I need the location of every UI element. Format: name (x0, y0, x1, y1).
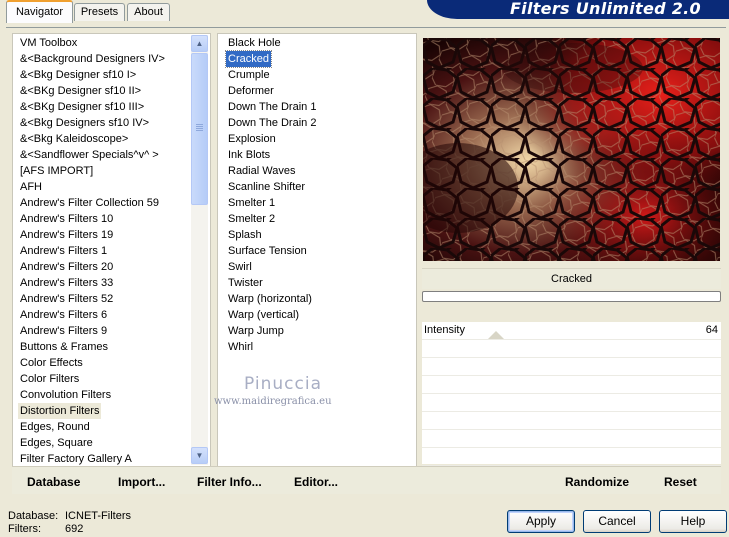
param-value: 64 (705, 324, 718, 336)
category-item[interactable]: Andrew's Filters 33 (20, 275, 113, 291)
filter-item[interactable]: Smelter 1 (228, 195, 275, 211)
param-row-empty (422, 448, 721, 466)
slider-pointer-icon[interactable] (488, 331, 504, 339)
grip-line (196, 124, 203, 125)
filter-item[interactable]: Warp Jump (228, 323, 284, 339)
filter-item[interactable]: Splash (228, 227, 262, 243)
category-item[interactable]: Andrew's Filters 20 (20, 259, 113, 275)
help-button[interactable]: Help (659, 510, 727, 533)
watermark-name: Pinuccia (244, 374, 322, 394)
scrollbar-thumb[interactable] (191, 53, 208, 205)
randomize-button[interactable]: Randomize (565, 475, 629, 489)
category-item[interactable]: Andrew's Filters 52 (20, 291, 113, 307)
category-item[interactable]: AFH (20, 179, 42, 195)
category-item[interactable]: &<Bkg Designer sf10 I> (20, 67, 136, 83)
param-label: Intensity (424, 324, 465, 336)
preview-progress-bar (422, 291, 721, 302)
database-label: Database: (8, 510, 59, 522)
action-bar: Database Import... Filter Info... Editor… (12, 466, 721, 494)
watermark-url: www.maidiregrafica.eu (214, 396, 332, 407)
cancel-button[interactable]: Cancel (583, 510, 651, 533)
filter-item[interactable]: Explosion (228, 131, 276, 147)
category-item[interactable]: &<BKg Designer sf10 II> (20, 83, 141, 99)
param-row-empty (422, 358, 721, 376)
filter-item[interactable]: Deformer (228, 83, 274, 99)
category-item[interactable]: VM Toolbox (20, 35, 77, 51)
filter-info-button[interactable]: Filter Info... (197, 475, 262, 489)
category-item[interactable]: &<Background Designers IV> (20, 51, 165, 67)
filter-item-selected[interactable]: Cracked (225, 50, 272, 68)
parameter-panel[interactable]: Intensity 64 (422, 322, 721, 466)
scroll-up-button[interactable]: ▲ (191, 35, 208, 52)
preview-filter-name: Cracked (422, 268, 721, 289)
category-item[interactable]: &<BKg Designer sf10 III> (20, 99, 144, 115)
param-row-empty (422, 430, 721, 448)
category-item[interactable]: Andrew's Filters 9 (20, 323, 107, 339)
category-item[interactable]: Andrew's Filters 19 (20, 227, 113, 243)
category-item[interactable]: Andrew's Filters 10 (20, 211, 113, 227)
category-item[interactable]: Convolution Filters (20, 387, 111, 403)
filter-item[interactable]: Warp (vertical) (228, 307, 299, 323)
category-item[interactable]: Color Filters (20, 371, 79, 387)
tab-about[interactable]: About (127, 3, 170, 21)
filter-item[interactable]: Scanline Shifter (228, 179, 305, 195)
filter-item[interactable]: Radial Waves (228, 163, 295, 179)
tab-strip-divider (6, 27, 726, 28)
param-row-empty (422, 340, 721, 358)
chevron-up-icon: ▲ (195, 39, 204, 48)
apply-button[interactable]: Apply (507, 510, 575, 533)
scroll-down-button[interactable]: ▼ (191, 447, 208, 464)
database-button[interactable]: Database (27, 475, 80, 489)
category-item[interactable]: Andrew's Filter Collection 59 (20, 195, 159, 211)
category-item[interactable]: &<Sandflower Specials^v^ > (20, 147, 159, 163)
category-item[interactable]: Buttons & Frames (20, 339, 108, 355)
category-scrollbar[interactable]: ▲ ▼ (191, 35, 208, 465)
filter-item[interactable]: Black Hole (228, 35, 281, 51)
grip-line (196, 130, 203, 131)
app-banner: Filters Unlimited 2.0 (427, 0, 729, 19)
editor-button[interactable]: Editor... (294, 475, 338, 489)
filter-item[interactable]: Crumple (228, 67, 270, 83)
database-value: ICNET-Filters (65, 510, 131, 522)
filters-count-value: 692 (65, 523, 84, 535)
category-list[interactable]: VM Toolbox &<Background Designers IV> &<… (12, 33, 211, 467)
chevron-down-icon: ▼ (195, 451, 204, 460)
category-item[interactable]: Andrew's Filters 6 (20, 307, 107, 323)
filter-item[interactable]: Ink Blots (228, 147, 270, 163)
filter-item[interactable]: Smelter 2 (228, 211, 275, 227)
category-item[interactable]: Edges, Round (20, 419, 90, 435)
category-item-selected[interactable]: Distortion Filters (18, 403, 102, 419)
category-item[interactable]: Andrew's Filters 1 (20, 243, 107, 259)
import-button[interactable]: Import... (118, 475, 165, 489)
cracked-preview-graphic (423, 38, 720, 261)
tab-navigator[interactable]: Navigator (6, 0, 73, 23)
param-row-empty (422, 394, 721, 412)
category-item[interactable]: &<Bkg Kaleidoscope> (20, 131, 128, 147)
filter-item[interactable]: Swirl (228, 259, 252, 275)
reset-button[interactable]: Reset (664, 475, 697, 489)
app-title: Filters Unlimited 2.0 (509, 0, 701, 18)
param-row-empty (422, 376, 721, 394)
category-item[interactable]: Filter Factory Gallery A (20, 451, 132, 467)
category-item[interactable]: [AFS IMPORT] (20, 163, 93, 179)
filter-item[interactable]: Twister (228, 275, 263, 291)
param-row-empty (422, 412, 721, 430)
filter-item[interactable]: Surface Tension (228, 243, 307, 259)
grip-line (196, 126, 203, 127)
filter-item[interactable]: Down The Drain 1 (228, 99, 316, 115)
tab-presets[interactable]: Presets (74, 3, 125, 21)
category-item[interactable]: &<Bkg Designers sf10 IV> (20, 115, 149, 131)
filter-item[interactable]: Down The Drain 2 (228, 115, 316, 131)
category-item[interactable]: Edges, Square (20, 435, 93, 451)
filters-count-label: Filters: (8, 523, 41, 535)
filter-item[interactable]: Whirl (228, 339, 253, 355)
grip-line (196, 128, 203, 129)
param-row-intensity[interactable]: Intensity 64 (422, 322, 721, 340)
filter-preview-image[interactable] (423, 38, 720, 261)
filter-item[interactable]: Warp (horizontal) (228, 291, 312, 307)
category-item[interactable]: Color Effects (20, 355, 83, 371)
